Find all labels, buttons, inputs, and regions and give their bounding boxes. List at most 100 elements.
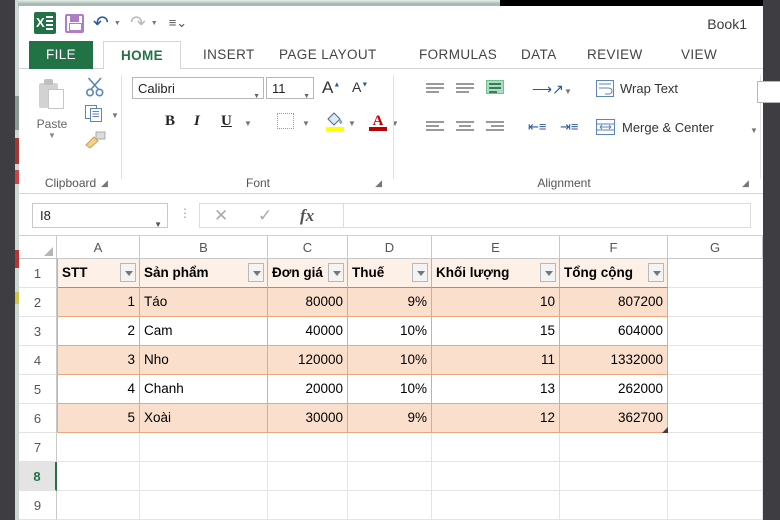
bottom-align-icon[interactable]	[486, 80, 504, 94]
select-all-button[interactable]	[19, 236, 57, 259]
cell-e7[interactable]	[432, 433, 560, 462]
filter-button-total[interactable]	[648, 263, 664, 282]
cell-d4[interactable]: 10%	[348, 346, 432, 375]
merge-center-dropdown-icon[interactable]: ▼	[750, 126, 758, 135]
paste-dropdown-icon[interactable]: ▼	[25, 131, 79, 140]
enter-icon[interactable]: ✓	[258, 206, 272, 226]
cell-e4[interactable]: 11	[432, 346, 560, 375]
save-icon[interactable]	[65, 13, 84, 33]
merge-center-icon[interactable]	[596, 119, 615, 135]
font-size-input[interactable]: 11 ▼	[266, 77, 314, 100]
undo-dropdown-icon[interactable]: ▼	[114, 20, 121, 27]
row-header-9[interactable]: 9	[19, 491, 57, 520]
filter-button-product[interactable]	[248, 263, 264, 282]
font-dialog-launcher-icon[interactable]: ◢	[375, 178, 382, 189]
cell-e3[interactable]: 15	[432, 317, 560, 346]
cell-e6[interactable]: 12	[432, 404, 560, 433]
decrease-indent-icon[interactable]: ⇤≡	[528, 119, 546, 135]
tab-formulas[interactable]: FORMULAS	[407, 41, 509, 69]
cut-icon[interactable]	[85, 77, 105, 97]
formula-input[interactable]	[343, 203, 751, 228]
tab-file[interactable]: FILE	[29, 41, 93, 69]
column-header-d[interactable]: D	[348, 236, 432, 259]
number-format-input[interactable]	[757, 81, 780, 103]
cell-f5[interactable]: 262000	[560, 375, 668, 404]
cell-c6[interactable]: 30000	[268, 404, 348, 433]
cell-f8[interactable]	[560, 462, 668, 491]
row-header-6[interactable]: 6	[19, 404, 57, 433]
customize-qat-icon[interactable]: ≡⌄	[169, 15, 187, 31]
cell-b5[interactable]: Chanh	[140, 375, 268, 404]
cell-e8[interactable]	[432, 462, 560, 491]
column-header-a[interactable]: A	[57, 236, 140, 259]
font-color-icon[interactable]: A	[368, 110, 388, 131]
paste-button[interactable]: Paste ▼	[25, 75, 79, 163]
align-left-icon[interactable]	[426, 121, 444, 135]
clipboard-dialog-launcher-icon[interactable]: ◢	[101, 178, 108, 189]
merge-center-label[interactable]: Merge & Center	[622, 120, 714, 135]
cell-a2[interactable]: 1	[57, 288, 140, 317]
cell-g4[interactable]	[668, 346, 763, 375]
bold-button[interactable]: B	[165, 113, 175, 130]
cell-d6[interactable]: 9%	[348, 404, 432, 433]
tab-data[interactable]: DATA	[509, 41, 569, 69]
cell-g5[interactable]	[668, 375, 763, 404]
column-header-e[interactable]: E	[432, 236, 560, 259]
cell-g6[interactable]	[668, 404, 763, 433]
cell-b4[interactable]: Nho	[140, 346, 268, 375]
increase-indent-icon[interactable]: ⇥≡	[560, 119, 578, 135]
copy-dropdown-icon[interactable]: ▼	[111, 111, 119, 120]
align-right-icon[interactable]	[486, 121, 504, 135]
row-header-3[interactable]: 3	[19, 317, 57, 346]
undo-icon[interactable]: ↶	[93, 13, 109, 33]
middle-align-icon[interactable]	[456, 83, 474, 97]
cell-d3[interactable]: 10%	[348, 317, 432, 346]
font-name-dropdown-icon[interactable]: ▼	[253, 86, 260, 107]
orientation-icon[interactable]: ⟶↗	[532, 81, 564, 98]
cell-b7[interactable]	[140, 433, 268, 462]
cell-g8[interactable]	[668, 462, 763, 491]
column-header-c[interactable]: C	[268, 236, 348, 259]
cell-b2[interactable]: Táo	[140, 288, 268, 317]
align-center-icon[interactable]	[456, 121, 474, 135]
cell-f2[interactable]: 807200	[560, 288, 668, 317]
row-header-1[interactable]: 1	[19, 259, 57, 288]
cell-f7[interactable]	[560, 433, 668, 462]
filter-button-tax[interactable]	[412, 263, 428, 282]
wrap-text-label[interactable]: Wrap Text	[620, 81, 678, 96]
cell-c8[interactable]	[268, 462, 348, 491]
wrap-text-icon[interactable]	[596, 80, 614, 97]
font-size-dropdown-icon[interactable]: ▼	[303, 86, 310, 107]
cell-c7[interactable]	[268, 433, 348, 462]
column-header-b[interactable]: B	[140, 236, 268, 259]
redo-icon[interactable]: ↷	[130, 13, 146, 33]
borders-icon[interactable]	[277, 113, 294, 129]
cell-f4[interactable]: 1332000	[560, 346, 668, 375]
format-painter-icon[interactable]	[85, 131, 106, 149]
cell-a8[interactable]	[57, 462, 140, 491]
cell-d2[interactable]: 9%	[348, 288, 432, 317]
orientation-dropdown-icon[interactable]: ▼	[564, 87, 572, 96]
column-header-f[interactable]: F	[560, 236, 668, 259]
filter-button-price[interactable]	[328, 263, 344, 282]
decrease-font-size-icon[interactable]: A▼	[352, 79, 368, 95]
cell-a4[interactable]: 3	[57, 346, 140, 375]
cell-b6[interactable]: Xoài	[140, 404, 268, 433]
insert-function-icon[interactable]: fx	[300, 206, 314, 226]
tab-view[interactable]: VIEW	[669, 41, 729, 69]
cell-f6[interactable]: 362700	[560, 404, 668, 433]
name-box-dropdown-icon[interactable]: ▼	[154, 213, 162, 237]
cell-g3[interactable]	[668, 317, 763, 346]
row-header-2[interactable]: 2	[19, 288, 57, 317]
cell-a7[interactable]	[57, 433, 140, 462]
cell-a5[interactable]: 4	[57, 375, 140, 404]
underline-button[interactable]: U	[221, 113, 232, 130]
cell-a9[interactable]	[57, 491, 140, 520]
cell-g7[interactable]	[668, 433, 763, 462]
cell-e2[interactable]: 10	[432, 288, 560, 317]
filter-button-stt[interactable]	[120, 263, 136, 282]
cell-e9[interactable]	[432, 491, 560, 520]
row-header-5[interactable]: 5	[19, 375, 57, 404]
cell-b9[interactable]	[140, 491, 268, 520]
tab-home[interactable]: HOME	[103, 41, 181, 70]
